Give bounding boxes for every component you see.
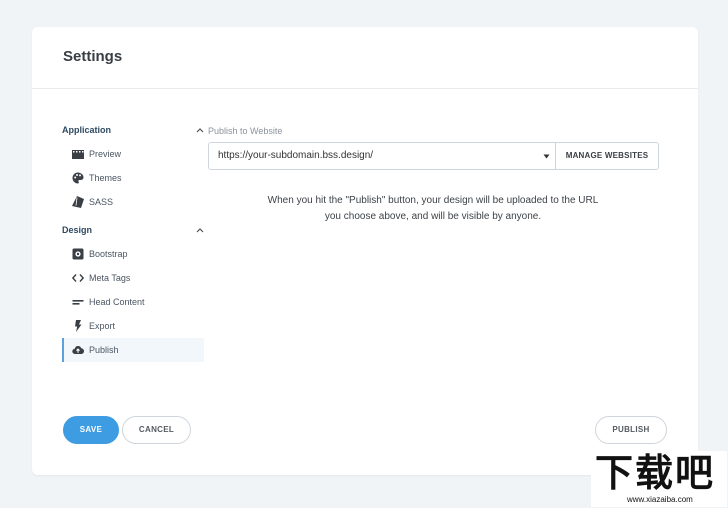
sidebar-item-label: Meta Tags — [89, 273, 131, 283]
cancel-button[interactable]: CANCEL — [122, 416, 191, 444]
sidebar-item-label: Themes — [89, 173, 122, 183]
bolt-icon — [75, 320, 82, 332]
sidebar-item-bootstrap[interactable]: Bootstrap — [62, 242, 204, 266]
sidebar-item-meta-tags[interactable]: Meta Tags — [62, 266, 204, 290]
website-url-select[interactable]: https://your-subdomain.bss.design/ — [208, 142, 556, 170]
sidebar-item-label: Export — [89, 321, 116, 331]
save-button[interactable]: SAVE — [63, 416, 119, 444]
selected-url: https://your-subdomain.bss.design/ — [218, 150, 374, 161]
watermark-logo: 下载吧 www.xiazaiba.com — [591, 451, 727, 507]
sidebar-group-design[interactable]: Design — [62, 218, 204, 242]
page-title: Settings — [63, 48, 123, 65]
sidebar-item-preview[interactable]: Preview — [62, 142, 204, 166]
sidebar-item-sass[interactable]: SASS — [62, 190, 204, 214]
film-icon — [72, 150, 84, 159]
sidebar-item-label: SASS — [89, 197, 114, 207]
sidebar-item-label: Head Content — [89, 297, 145, 307]
palette-icon — [72, 172, 84, 184]
chevron-up-icon — [196, 128, 204, 133]
settings-sidebar: Application Preview Themes SASS Design B… — [62, 118, 204, 362]
watermark-text: 下载吧 — [595, 451, 716, 495]
publish-info-line: you choose above, and will be visible by… — [324, 211, 542, 222]
sidebar-item-label: Bootstrap — [89, 249, 128, 259]
publish-button[interactable]: PUBLISH — [595, 416, 667, 444]
sidebar-item-publish[interactable]: Publish — [62, 338, 204, 362]
publish-to-website-label: Publish to Website — [208, 126, 283, 136]
chevron-up-icon — [196, 228, 204, 233]
sidebar-group-label: Application — [62, 125, 111, 135]
sidebar-item-label: Publish — [89, 345, 119, 355]
manage-websites-button[interactable]: MANAGE WEBSITES — [555, 142, 659, 170]
lines-icon — [72, 300, 84, 305]
settings-dialog: Settings Application Preview Themes SASS… — [32, 27, 698, 475]
sass-icon — [72, 196, 84, 208]
bootstrap-icon — [72, 248, 84, 260]
sidebar-group-application[interactable]: Application — [62, 118, 204, 142]
code-icon — [72, 274, 84, 282]
sidebar-item-export[interactable]: Export — [62, 314, 204, 338]
sidebar-item-head-content[interactable]: Head Content — [62, 290, 204, 314]
watermark-url: www.xiazaiba.com — [627, 495, 693, 504]
sidebar-item-themes[interactable]: Themes — [62, 166, 204, 190]
publish-info-text: When you hit the "Publish" button, your … — [208, 193, 658, 225]
sidebar-item-label: Preview — [89, 149, 122, 159]
sidebar-group-label: Design — [62, 225, 93, 235]
cloud-upload-icon — [72, 345, 84, 355]
publish-info-line: When you hit the "Publish" button, your … — [267, 195, 599, 206]
dialog-header: Settings — [32, 27, 698, 89]
caret-down-icon — [543, 154, 550, 159]
